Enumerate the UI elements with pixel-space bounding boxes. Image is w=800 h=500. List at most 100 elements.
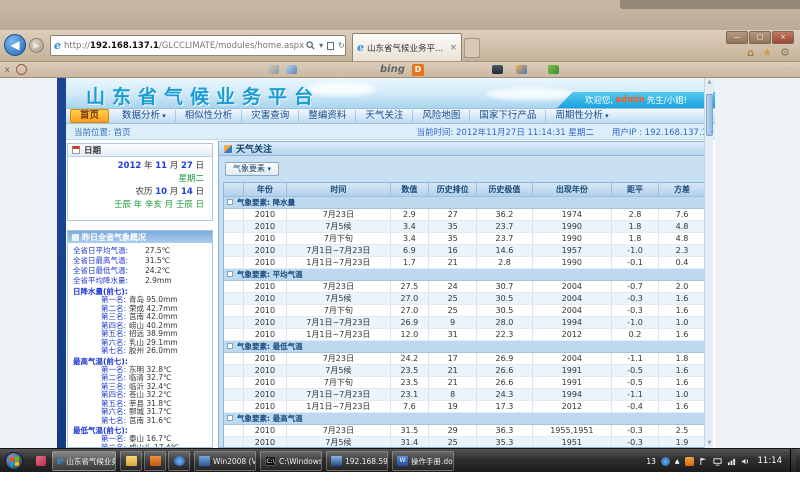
taskbar-explorer[interactable]	[120, 451, 142, 471]
nav-item[interactable]: 相似性分析	[176, 110, 243, 122]
table-cell: 1.8	[612, 233, 659, 245]
table-group-row[interactable]: 气象要素: 降水量	[224, 197, 706, 209]
table-row[interactable]: 20101月1日~7月23日7.61917.32012-0.41.6	[224, 401, 706, 413]
scrollbar-thumb[interactable]	[706, 94, 713, 136]
group-checkbox[interactable]	[227, 199, 233, 205]
hidden-icons-chevron[interactable]: ▲	[675, 458, 680, 465]
close-button[interactable]: ×	[772, 31, 794, 44]
table-row[interactable]: 20107月5候27.02530.52004-0.31.6	[224, 293, 706, 305]
table-row[interactable]: 20107月1日~7月23日6.91614.61957-1.02.3	[224, 245, 706, 257]
volume-tray-icon[interactable]	[741, 457, 750, 466]
taskbar-media-app[interactable]	[168, 451, 190, 471]
table-row[interactable]: 20107月1日~7月23日26.9928.01994-1.01.0	[224, 317, 706, 329]
address-bar[interactable]: e http://192.168.137.1/GLCCLIMATE/module…	[50, 35, 346, 56]
nav-item[interactable]: 数据分析 ▾	[113, 110, 176, 122]
table-row[interactable]: 20101月1日~7月23日12.03122.320120.21.6	[224, 329, 706, 341]
table-row[interactable]: 20107月1日~7月23日23.1824.31994-1.11.0	[224, 389, 706, 401]
table-row[interactable]: 20107月5候3.43523.719901.84.8	[224, 221, 706, 233]
start-button[interactable]	[5, 452, 23, 470]
table-row[interactable]: 20107月23日2.92736.219742.87.6	[224, 209, 706, 221]
pinned-app-icon[interactable]	[36, 456, 46, 466]
taskbar-window-button[interactable]: 192.168.59.99...	[326, 451, 388, 471]
display-tray-icon[interactable]	[713, 457, 722, 466]
scroll-down-icon[interactable]: ▼	[705, 439, 714, 448]
row-checkbox-cell	[224, 425, 243, 437]
rank-row: 第七名:胶州 26.0mm	[68, 347, 212, 356]
green-addon-icon[interactable]	[548, 65, 559, 74]
table-cell: 22.3	[477, 329, 532, 341]
table-cell: 17.3	[477, 401, 532, 413]
mail-icon[interactable]	[286, 65, 297, 74]
compatibility-icon[interactable]	[327, 42, 334, 50]
table-cell: 4.8	[659, 233, 706, 245]
taskbar-window-button[interactable]: W操作手册.docx ...	[392, 451, 454, 471]
taskbar-clock[interactable]: 11:14	[758, 456, 783, 466]
card-icon[interactable]	[268, 65, 279, 74]
nav-item[interactable]: 整编资料	[299, 110, 356, 122]
globe-tray-icon[interactable]	[661, 457, 670, 466]
group-checkbox[interactable]	[227, 343, 233, 349]
home-icon[interactable]: ⌂	[747, 46, 754, 59]
table-cell: 1991	[532, 365, 611, 377]
table-row[interactable]: 20107月23日24.21726.92004-1.11.8	[224, 353, 706, 365]
taskbar-window-button[interactable]: Win2008 (VS2...	[194, 451, 256, 471]
action-center-flag-icon[interactable]	[699, 457, 708, 466]
d-badge-icon[interactable]: D	[412, 64, 424, 76]
taskbar-ie-window[interactable]: e 山东省气候业务平...	[52, 451, 116, 471]
nav-item[interactable]: 灾害查询	[242, 110, 299, 122]
group-checkbox[interactable]	[227, 415, 233, 421]
table-row[interactable]: 20107月下旬27.02530.52004-0.31.6	[224, 305, 706, 317]
table-cell: 7月5候	[287, 365, 391, 377]
show-desktop-button[interactable]	[790, 449, 796, 473]
tab-close-icon[interactable]: ×	[450, 43, 457, 53]
nav-item[interactable]: 国家下行产品	[470, 110, 546, 122]
page-scrollbar[interactable]: ▲ ▼	[704, 78, 713, 448]
table-row[interactable]: 20107月5候31.42535.31951-0.31.9	[224, 437, 706, 449]
table-group-row[interactable]: 气象要素: 最低气温	[224, 341, 706, 353]
weather-table-wrap: 年份时间数值历史排位历史极值出现年份距平方差 气象要素: 降水量20107月23…	[223, 182, 707, 447]
back-button[interactable]: ◀	[4, 34, 26, 56]
table-cell: 30.7	[477, 281, 532, 293]
favorites-star-icon[interactable]: ★	[762, 46, 772, 59]
network-tray-icon[interactable]	[727, 457, 736, 466]
nav-item[interactable]: 天气关注	[356, 110, 413, 122]
nav-item[interactable]: 首页	[70, 109, 109, 123]
table-row[interactable]: 20107月下旬3.43523.719901.84.8	[224, 233, 706, 245]
table-row[interactable]: 20107月下旬23.52126.61991-0.51.6	[224, 377, 706, 389]
table-group-row[interactable]: 气象要素: 平均气温	[224, 269, 706, 281]
table-group-cell: 气象要素: 平均气温	[224, 269, 706, 281]
blocked-icon[interactable]	[16, 64, 27, 75]
browser-tab[interactable]: e 山东省气候业务平... ×	[352, 33, 462, 61]
toolbar-overflow-dots[interactable]: ···	[779, 65, 790, 74]
nav-item[interactable]: 周期性分析 ▾	[546, 110, 617, 122]
messenger-tray-icon[interactable]	[685, 457, 694, 466]
bing-logo[interactable]: bing	[380, 64, 405, 75]
table-row[interactable]: 20107月23日31.52936.31955,1951-0.32.5	[224, 425, 706, 437]
search-dropdown-caret[interactable]: ▾	[319, 41, 323, 50]
table-row[interactable]: 20107月5候23.52126.61991-0.51.6	[224, 365, 706, 377]
group-checkbox[interactable]	[227, 271, 233, 277]
forward-button[interactable]: ▶	[29, 38, 44, 53]
table-row[interactable]: 20107月23日27.52430.72004-0.72.0	[224, 281, 706, 293]
nav-item[interactable]: 风险地图	[413, 110, 470, 122]
table-cell: -0.5	[612, 365, 659, 377]
search-icon[interactable]	[306, 41, 315, 50]
taskbar-window-button[interactable]: C:\C:\Windows\s...	[260, 451, 322, 471]
system-tray: 13 ▲ 11:14	[646, 449, 796, 473]
refresh-icon[interactable]: ↻	[338, 41, 345, 50]
new-tab-button[interactable]	[464, 38, 480, 58]
scroll-up-icon[interactable]: ▲	[705, 78, 714, 87]
table-row[interactable]: 20101月1日~7月23日1.7212.81990-0.10.4	[224, 257, 706, 269]
calendar-panel-title: 日期	[84, 144, 101, 156]
table-cell: 25	[429, 437, 477, 449]
taskbar-orange-app[interactable]	[144, 451, 166, 471]
minimize-button[interactable]: —	[726, 31, 748, 44]
taskbar-window-label: 操作手册.docx ...	[411, 456, 454, 467]
element-dropdown-button[interactable]: 气象要素 ▾	[225, 162, 279, 176]
share-icon[interactable]	[516, 65, 527, 74]
table-group-row[interactable]: 气象要素: 最高气温	[224, 413, 706, 425]
close-toolbar-button[interactable]: x	[5, 65, 10, 74]
settings-gear-icon[interactable]: ⚙	[780, 46, 790, 59]
camera-icon[interactable]	[492, 65, 503, 74]
maximize-button[interactable]: □	[749, 31, 771, 44]
